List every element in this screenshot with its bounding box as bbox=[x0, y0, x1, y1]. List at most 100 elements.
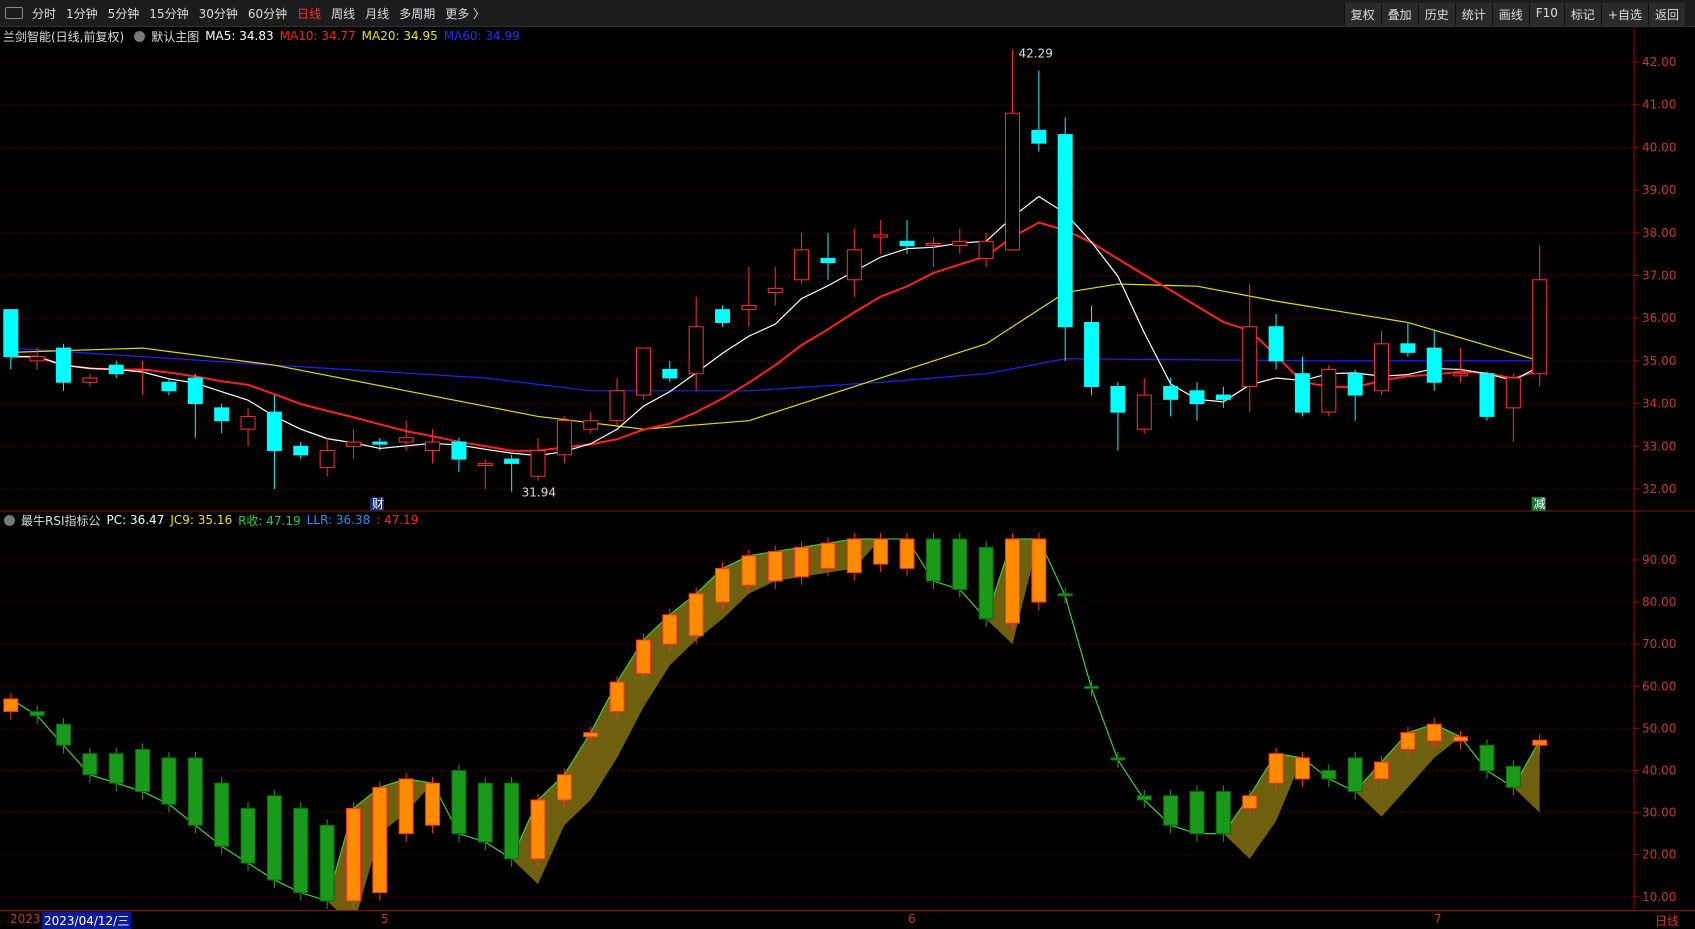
candle bbox=[899, 240, 915, 247]
candle bbox=[1505, 377, 1521, 409]
rsi-bar bbox=[3, 698, 19, 713]
rsi-bar bbox=[952, 538, 968, 590]
price-tick-label: 35.00 bbox=[1642, 354, 1676, 368]
event-marker: 减 bbox=[1534, 497, 1546, 511]
event-marker: 财 bbox=[372, 497, 384, 511]
rsi-bar bbox=[1031, 538, 1047, 603]
candle bbox=[635, 347, 651, 396]
price-tick-label: 33.00 bbox=[1642, 439, 1676, 453]
year-label: 2023 bbox=[10, 912, 41, 926]
rsi-bar bbox=[345, 807, 361, 902]
price-tick-label: 36.00 bbox=[1642, 311, 1676, 325]
candle bbox=[1163, 386, 1179, 400]
candle bbox=[1268, 326, 1284, 362]
candle bbox=[767, 287, 783, 294]
price-tick-label: 38.00 bbox=[1642, 226, 1676, 240]
candle bbox=[29, 356, 45, 362]
rsi-bar bbox=[1400, 732, 1416, 750]
rsi-bar bbox=[1189, 791, 1205, 835]
candle bbox=[1215, 394, 1231, 400]
rsi-bar bbox=[556, 774, 572, 801]
price-tick-label: 39.00 bbox=[1642, 183, 1676, 197]
candle bbox=[1426, 347, 1442, 383]
candle bbox=[82, 377, 98, 383]
candle bbox=[715, 309, 731, 323]
candle bbox=[583, 420, 599, 430]
rsi-bar bbox=[873, 538, 889, 565]
candle bbox=[1057, 134, 1073, 328]
rsi-bar bbox=[56, 723, 72, 746]
candle bbox=[398, 437, 414, 443]
month-label: 6 bbox=[908, 912, 916, 926]
rsi-tick-label: 30.00 bbox=[1642, 806, 1676, 820]
candle bbox=[1294, 373, 1310, 413]
rsi-bar bbox=[635, 639, 651, 675]
rsi-bar bbox=[978, 546, 994, 620]
rsi-bar bbox=[583, 732, 599, 738]
high-price-label: 42.29 bbox=[1018, 47, 1052, 61]
rsi-bar bbox=[266, 795, 282, 881]
candle bbox=[1374, 343, 1390, 392]
ma20-line bbox=[10, 283, 1540, 430]
rsi-bar bbox=[187, 757, 203, 826]
rsi-bar bbox=[1532, 739, 1548, 746]
rsi-bar bbox=[504, 782, 520, 860]
rsi-line bbox=[10, 538, 1541, 902]
candle bbox=[345, 441, 361, 447]
candle bbox=[3, 309, 19, 358]
candle bbox=[820, 257, 836, 264]
candle bbox=[925, 242, 941, 247]
month-label: 5 bbox=[381, 912, 389, 926]
candle bbox=[1031, 129, 1047, 144]
month-label: 7 bbox=[1434, 912, 1442, 926]
rsi-bar bbox=[1426, 723, 1442, 742]
candle bbox=[1242, 326, 1258, 388]
rsi-bar bbox=[1057, 593, 1073, 597]
candle bbox=[978, 240, 994, 259]
rsi-bar bbox=[662, 614, 678, 645]
rsi-bar bbox=[767, 551, 783, 582]
rsi-bar bbox=[1004, 538, 1020, 624]
candle bbox=[451, 441, 467, 460]
candle bbox=[530, 450, 546, 477]
candle bbox=[1110, 386, 1126, 413]
candle bbox=[662, 368, 678, 379]
rsi-bar bbox=[240, 807, 256, 864]
ma10-line bbox=[10, 221, 1540, 452]
rsi-tick-label: 40.00 bbox=[1642, 764, 1676, 778]
rsi-bar bbox=[609, 681, 625, 713]
candle bbox=[794, 249, 810, 281]
rsi-bar bbox=[319, 824, 335, 902]
candle bbox=[1084, 321, 1100, 388]
price-tick-label: 40.00 bbox=[1642, 140, 1676, 154]
rsi-bar bbox=[1268, 753, 1284, 784]
period-label[interactable]: 日线 bbox=[1655, 912, 1679, 929]
rsi-tick-label: 70.00 bbox=[1642, 637, 1676, 651]
rsi-bar bbox=[1084, 685, 1100, 689]
rsi-bar bbox=[1321, 770, 1337, 780]
candle bbox=[293, 445, 309, 456]
rsi-bar bbox=[161, 757, 177, 805]
rsi-tick-label: 60.00 bbox=[1642, 679, 1676, 693]
candle bbox=[952, 240, 968, 247]
candle bbox=[1189, 390, 1205, 405]
rsi-bar bbox=[451, 770, 467, 835]
rsi-bar bbox=[477, 782, 493, 843]
candle bbox=[688, 326, 704, 375]
rsi-bar bbox=[688, 593, 704, 637]
rsi-bar bbox=[1347, 757, 1363, 793]
price-tick-label: 34.00 bbox=[1642, 397, 1676, 411]
rsi-bar bbox=[1294, 757, 1310, 780]
candle bbox=[319, 450, 335, 469]
candle bbox=[846, 249, 862, 281]
candle bbox=[1004, 112, 1020, 251]
chart-canvas[interactable]: 42.00 41.00 40.00 39.00 38.00 37.00 36.00 35.00… bbox=[0, 0, 1695, 910]
candle bbox=[214, 407, 230, 422]
candle bbox=[504, 458, 520, 464]
rsi-bar bbox=[135, 748, 151, 793]
candle bbox=[1347, 373, 1363, 396]
candle bbox=[1136, 394, 1152, 430]
candle bbox=[741, 304, 757, 311]
candle bbox=[108, 364, 124, 375]
candle bbox=[1400, 343, 1416, 353]
